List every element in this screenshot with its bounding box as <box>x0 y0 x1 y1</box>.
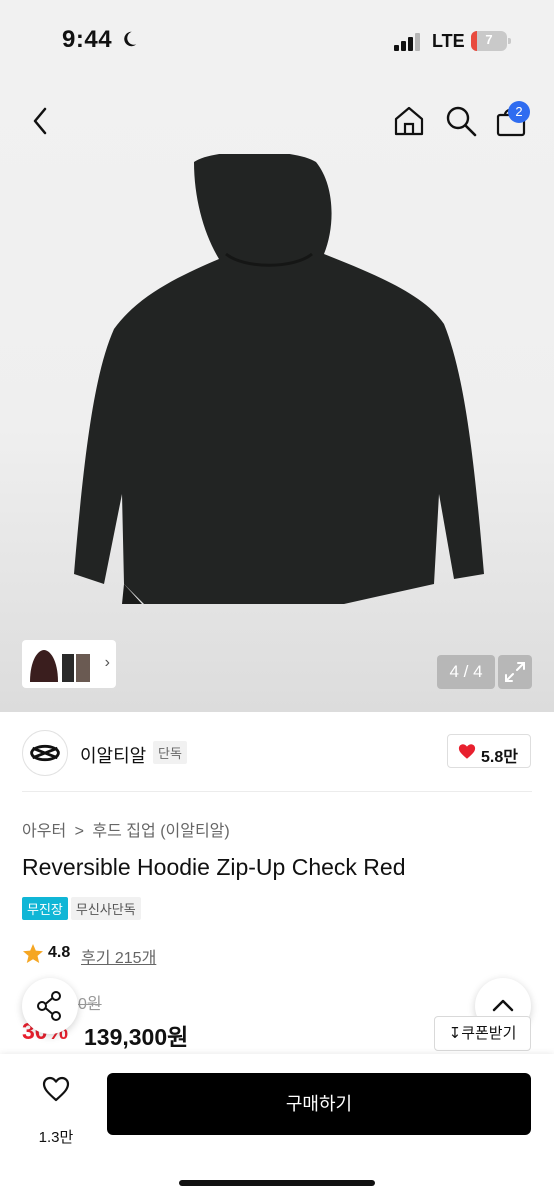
original-price: 0원 <box>78 996 102 1013</box>
home-indicator <box>179 1180 375 1186</box>
chevron-right-icon: › <box>104 654 110 671</box>
product-gallery[interactable]: 2 › 4 / 4 <box>0 82 554 712</box>
coupon-button[interactable]: ↧쿠폰받기 <box>434 1016 531 1051</box>
coupon-label: 쿠폰받기 <box>461 1025 517 1042</box>
breadcrumb-separator: > <box>74 823 84 840</box>
battery-icon: 7 <box>471 31 511 51</box>
network-label: LTE <box>432 31 465 51</box>
thumbnail-image <box>30 650 90 682</box>
heart-outline-icon <box>42 1076 70 1102</box>
product-image-hoodie <box>74 154 484 604</box>
moon-icon <box>124 31 137 47</box>
brand-like-count: 5.8만 <box>481 749 518 766</box>
breadcrumb-item-subcategory[interactable]: 후드 집업 (이알티알) <box>92 823 229 840</box>
breadcrumb-item-category[interactable]: 아우터 <box>22 823 66 840</box>
back-icon[interactable] <box>26 104 54 138</box>
heart-icon <box>458 744 476 759</box>
share-button[interactable] <box>22 978 78 1034</box>
brand-name[interactable]: 이알티알 <box>80 742 146 768</box>
bottom-action-bar: 1.3만 구매하기 <box>0 1054 554 1200</box>
brand-row: 이알티알 단독 5.8만 <box>0 726 554 792</box>
cart-badge: 2 <box>508 101 530 123</box>
battery-percent: 7 <box>485 32 493 47</box>
search-icon[interactable] <box>444 104 478 138</box>
star-icon <box>23 944 43 963</box>
status-time: 9:44 <box>62 26 113 53</box>
expand-icon[interactable] <box>498 655 532 689</box>
breadcrumb: 아우터 > 후드 집업 (이알티알) <box>22 817 234 841</box>
home-icon[interactable] <box>392 104 426 138</box>
wishlist-button[interactable]: 1.3만 <box>22 1072 90 1152</box>
product-tags: 무진장 무신사단독 <box>22 897 141 920</box>
tag-mujinjang: 무진장 <box>22 897 68 920</box>
wishlist-count: 1.3만 <box>38 1129 74 1146</box>
download-icon: ↧ <box>448 1025 462 1042</box>
divider <box>22 791 532 792</box>
product-title: Reversible Hoodie Zip-Up Check Red <box>22 854 406 880</box>
status-bar: 9:44 LTE 7 <box>0 0 554 82</box>
review-link[interactable]: 후기 215개 <box>81 944 156 968</box>
buy-button[interactable]: 구매하기 <box>107 1073 531 1135</box>
rating-value: 4.8 <box>48 944 71 961</box>
sale-price: 139,300원 <box>84 1024 189 1050</box>
image-counter: 4 / 4 <box>437 655 495 689</box>
thumbnail-strip[interactable]: › <box>22 640 116 688</box>
brand-like-button[interactable]: 5.8만 <box>447 734 531 768</box>
brand-exclusive-tag: 단독 <box>153 741 187 764</box>
tag-musinsa-exclusive: 무신사단독 <box>70 897 141 920</box>
signal-icon <box>394 33 420 51</box>
share-icon <box>37 991 61 1021</box>
brand-logo[interactable] <box>22 730 68 776</box>
